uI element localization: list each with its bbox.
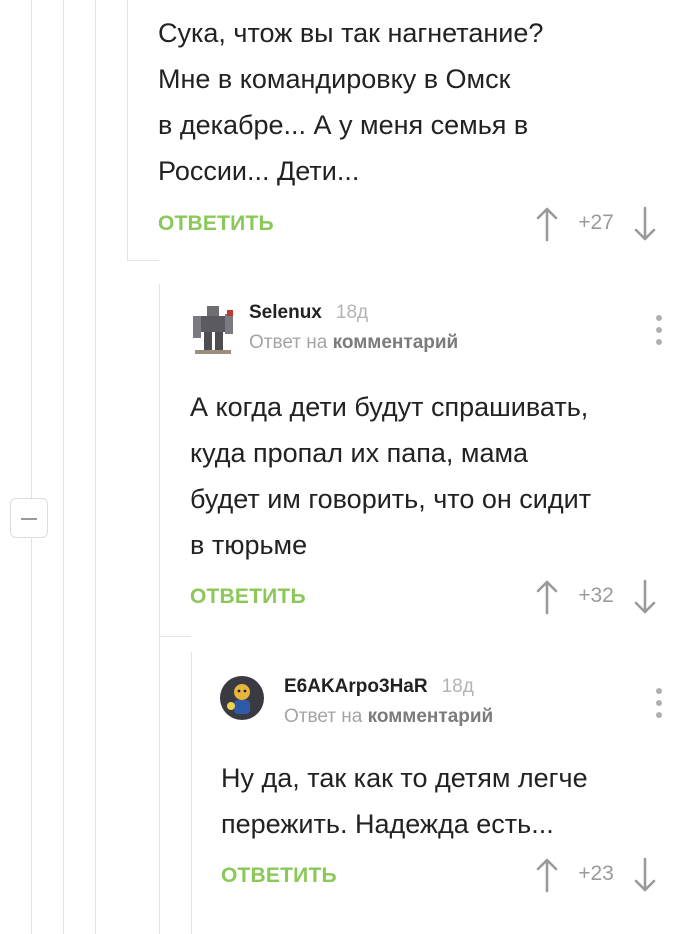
- thread-branch: [159, 636, 191, 637]
- thread-line-outer: [31, 0, 32, 934]
- thread-line-level-1: [63, 0, 64, 934]
- reply-button[interactable]: ОТВЕТИТЬ: [158, 212, 274, 236]
- comment-body: Сука, чтож вы так нагнетание? Мне в кома…: [158, 18, 544, 186]
- robot-avatar-icon[interactable]: [191, 302, 235, 354]
- reply-button[interactable]: ОТВЕТИТЬ: [190, 585, 306, 609]
- comment-rating: +23: [578, 862, 614, 885]
- author-name[interactable]: Selenux 18д: [249, 302, 368, 324]
- comment-time: 18д: [335, 302, 369, 323]
- more-options-icon[interactable]: [653, 315, 665, 347]
- comment-time: 18д: [441, 676, 474, 697]
- comment-header: E6AKArpo3HaR 18д Ответ на комментарий: [220, 676, 560, 736]
- thread-line-level-3: [127, 0, 128, 260]
- reply-to-prefix: Ответ на: [249, 332, 328, 353]
- collapse-thread-button[interactable]: [10, 498, 48, 538]
- reply-button[interactable]: ОТВЕТИТЬ: [221, 864, 337, 888]
- more-options-icon[interactable]: [653, 688, 665, 720]
- arrow-down-icon[interactable]: [632, 206, 658, 242]
- comment-rating: +27: [578, 211, 614, 234]
- character-avatar-icon[interactable]: [220, 676, 264, 720]
- author-name-text[interactable]: Selenux: [249, 302, 322, 323]
- thread-branch: [127, 260, 159, 261]
- thread-line-level-4: [159, 284, 160, 934]
- author-name[interactable]: E6AKArpo3HaR 18д: [284, 676, 474, 698]
- thread-line-level-2: [95, 0, 96, 934]
- author-name-text[interactable]: E6AKArpo3HaR: [284, 676, 428, 697]
- arrow-down-icon[interactable]: [632, 579, 658, 615]
- comment-header: Selenux 18д Ответ на комментарий: [191, 302, 511, 362]
- reply-to-label: Ответ на комментарий: [249, 332, 458, 354]
- arrow-up-icon[interactable]: [534, 579, 560, 615]
- comment-body: Ну да, так как то детям легче пережить. …: [221, 763, 588, 839]
- reply-to-link[interactable]: комментарий: [368, 706, 494, 727]
- comment-body: А когда дети будут спрашивать, куда проп…: [190, 392, 592, 560]
- comment-rating: +32: [578, 584, 614, 607]
- arrow-up-icon[interactable]: [534, 206, 560, 242]
- vote-widget: +32: [534, 579, 658, 615]
- vote-widget: +23: [534, 857, 658, 893]
- reply-to-link[interactable]: комментарий: [333, 332, 459, 353]
- arrow-up-icon[interactable]: [534, 857, 560, 893]
- vote-widget: +27: [534, 206, 658, 242]
- reply-to-label: Ответ на комментарий: [284, 706, 493, 728]
- thread-line-level-5: [191, 652, 192, 934]
- arrow-down-icon[interactable]: [632, 857, 658, 893]
- reply-to-prefix: Ответ на: [284, 706, 363, 727]
